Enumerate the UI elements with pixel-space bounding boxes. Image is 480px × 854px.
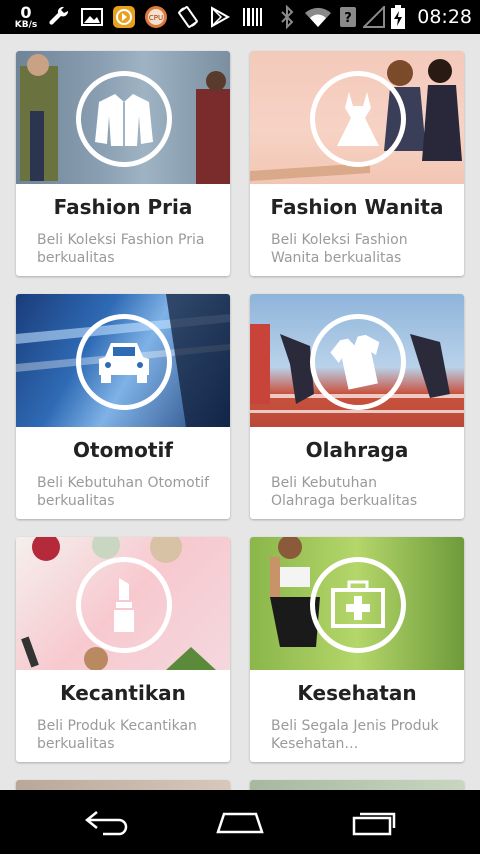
home-button[interactable] [210,804,270,840]
cpu-label: CPU [149,14,163,22]
network-speed-value: 0 [20,2,32,22]
category-grid: Fashion Pria Beli Koleksi Fashion Pria b… [0,34,480,790]
bluetooth-icon [275,0,299,34]
network-speed: 0 KB/s [8,0,44,34]
category-image [16,51,230,184]
cpu-icon: CPU [140,0,172,34]
category-title: Otomotif [73,438,173,462]
category-description: Beli Kebutuhan Otomotif berkualitas [37,475,210,509]
rotate-icon [172,0,204,34]
home-icon [216,812,264,834]
category-card-kecantikan[interactable]: Kecantikan Beli Produk Kecantikan berkua… [16,537,230,762]
category-image [16,294,230,427]
category-description: Beli Koleksi Fashion Pria berkualitas [37,232,205,266]
category-image [250,51,464,184]
sim-question-icon: ? [337,0,359,34]
back-button[interactable] [77,804,137,840]
category-title: Fashion Pria [53,195,193,219]
category-card-otomotif[interactable]: Otomotif Beli Kebutuhan Otomotif berkual… [16,294,230,519]
category-card-olahraga[interactable]: Olahraga Beli Kebutuhan Olahraga berkual… [250,294,464,519]
category-title: Olahraga [305,438,409,462]
jersey-icon [310,314,406,410]
image-icon [76,0,108,34]
battery-icon [389,0,407,34]
svg-text:?: ? [344,11,352,26]
category-description: Beli Segala Jenis Produk Kesehatan… [271,718,439,752]
category-card-fashion-wanita[interactable]: Fashion Wanita Beli Koleksi Fashion Wani… [250,51,464,276]
category-card-partial[interactable] [250,780,464,790]
lipstick-icon [76,557,172,653]
category-card-kesehatan[interactable]: Kesehatan Beli Segala Jenis Produk Keseh… [250,537,464,762]
app-icon [108,0,140,34]
category-image [250,537,464,670]
category-description: Beli Koleksi Fashion Wanita berkualitas [271,232,408,266]
category-description: Beli Kebutuhan Olahraga berkualitas [271,475,418,509]
category-title: Fashion Wanita [270,195,444,219]
network-speed-unit: KB/s [14,19,38,30]
category-description: Beli Produk Kecantikan berkualitas [37,718,197,752]
category-card-partial[interactable] [16,780,230,790]
navigation-bar [0,790,480,854]
play-store-icon [204,0,236,34]
recent-apps-icon [352,812,396,836]
category-title: Kecantikan [60,681,186,705]
jacket-icon [76,71,172,167]
category-title: Kesehatan [297,681,417,705]
back-icon [84,811,128,836]
clock: 08:28 [417,6,472,28]
barcode-icon [236,0,268,34]
signal-icon [363,0,386,34]
category-card-fashion-pria[interactable]: Fashion Pria Beli Koleksi Fashion Pria b… [16,51,230,276]
car-icon [76,314,172,410]
category-image [250,780,464,790]
category-image [16,537,230,670]
category-image [250,294,464,427]
wifi-icon [303,0,333,34]
first-aid-icon [310,557,406,653]
dress-icon [310,71,406,167]
category-image [16,780,230,790]
recent-apps-button[interactable] [344,804,404,840]
status-bar: 0 KB/s CPU ? 08:28 [0,0,480,34]
wrench-icon [44,0,76,34]
